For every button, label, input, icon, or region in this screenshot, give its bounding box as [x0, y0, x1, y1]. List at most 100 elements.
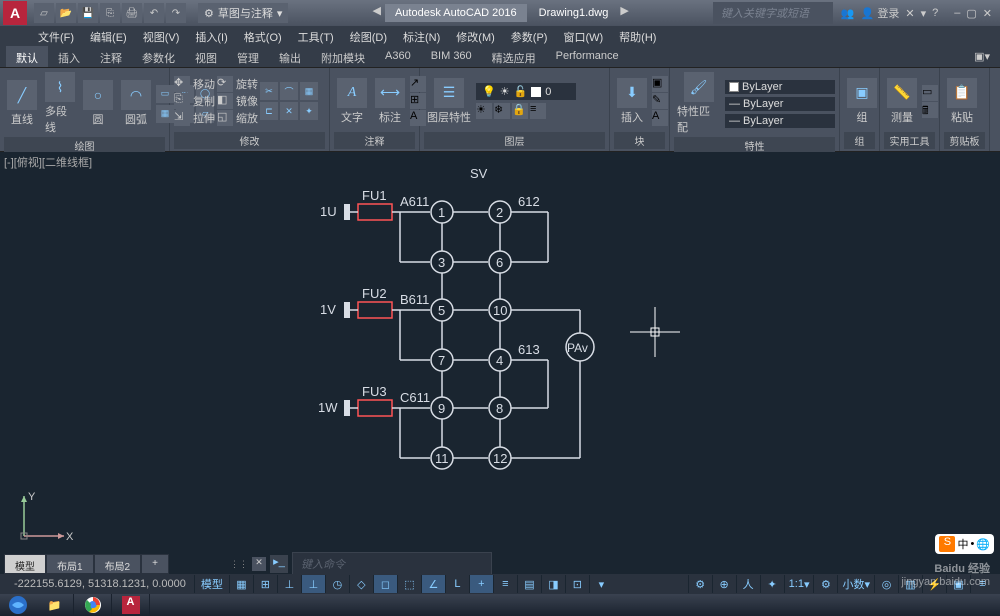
scale-button[interactable]: 1:1▾ — [784, 575, 814, 593]
trim-icon[interactable]: ✂ — [260, 82, 278, 100]
tab-default[interactable]: 默认 — [6, 46, 48, 67]
sc-icon[interactable]: ⊡ — [565, 575, 589, 593]
attr-icon[interactable]: A — [652, 110, 668, 126]
snap-icon[interactable]: ⊞ — [253, 575, 277, 593]
help-icon[interactable]: ? — [932, 7, 938, 19]
cmd-grip-icon[interactable]: ⋮⋮ — [230, 559, 248, 570]
tab-insert[interactable]: 插入 — [48, 46, 90, 67]
model-button[interactable]: 模型 — [194, 575, 229, 593]
paste-button[interactable]: 📋粘贴 — [944, 76, 980, 127]
menu-help[interactable]: 帮助(H) — [611, 26, 664, 46]
dim-button[interactable]: ⟷标注 — [372, 76, 408, 127]
maximize-icon[interactable]: ▢ — [966, 7, 976, 20]
tab-bim360[interactable]: BIM 360 — [421, 46, 482, 67]
coordinates[interactable]: -222155.6129, 51318.1231, 0.0000 — [6, 578, 194, 590]
ducs-icon[interactable]: L — [445, 575, 469, 593]
menu-view[interactable]: 视图(V) — [135, 26, 188, 46]
create-block-icon[interactable]: ▣ — [652, 76, 668, 92]
layer-freeze-icon[interactable]: ❄ — [494, 103, 510, 119]
tab-parametric[interactable]: 参数化 — [132, 46, 185, 67]
menu-draw[interactable]: 绘图(D) — [342, 26, 395, 46]
select-icon[interactable]: ▭ — [922, 85, 938, 101]
tab-addins[interactable]: 附加模块 — [311, 46, 375, 67]
scale-button[interactable]: ◱缩放 — [217, 110, 258, 126]
infer-icon[interactable]: ⊥ — [277, 575, 301, 593]
plot-icon[interactable]: 🖨 — [122, 3, 142, 23]
dyn-icon[interactable]: + — [469, 575, 493, 593]
workspace-selector[interactable]: ⚙ 草图与注释 ▾ — [198, 3, 288, 23]
move-button[interactable]: ✥移动 — [174, 76, 215, 92]
close-icon[interactable]: ✕ — [983, 7, 992, 20]
ws-switch-icon[interactable]: ⚙ — [813, 575, 837, 593]
calc-icon[interactable]: 🖩 — [922, 102, 938, 118]
drawing-area[interactable]: [-][俯视][二维线框] SV 1U FU1 A611 1 2 612 3 6 — [0, 152, 1000, 576]
cv-icon[interactable]: ◎ — [874, 575, 898, 593]
tab-layout2[interactable]: 布局2 — [94, 554, 142, 574]
ann-vis-icon[interactable]: ✦ — [760, 575, 784, 593]
menu-insert[interactable]: 插入(I) — [187, 26, 235, 46]
menu-window[interactable]: 窗口(W) — [555, 26, 611, 46]
otrack-icon[interactable]: ∠ — [421, 575, 445, 593]
ime-indicator[interactable]: S 中 • 🌐 — [935, 534, 994, 554]
group-button[interactable]: ▣组 — [844, 76, 880, 127]
menu-modify[interactable]: 修改(M) — [448, 26, 503, 46]
array-icon[interactable]: ▦ — [300, 82, 318, 100]
3dosnap-icon[interactable]: ⬚ — [397, 575, 421, 593]
explorer-task-icon[interactable]: 📁 — [36, 594, 74, 616]
menu-param[interactable]: 参数(P) — [503, 26, 556, 46]
autocad-task-icon[interactable]: A — [112, 594, 150, 616]
match-props-button[interactable]: 🖌特性匹配 — [674, 70, 723, 137]
tab-performance[interactable]: Performance — [546, 46, 629, 67]
offset-icon[interactable]: ⊏ — [260, 102, 278, 120]
saveas-icon[interactable]: ⎘ — [100, 3, 120, 23]
ribbon-collapse-icon[interactable]: ▣▾ — [964, 46, 1000, 67]
signin-button[interactable]: 👤 登录 — [861, 5, 900, 21]
workspace-icon[interactable]: ⚙ — [688, 575, 712, 593]
chevron-down-icon[interactable]: ▾ — [921, 7, 927, 20]
cmd-prompt-icon[interactable]: ▸_ — [270, 555, 288, 573]
panel-util-title[interactable]: 实用工具 — [884, 132, 935, 149]
lwt-icon[interactable]: ≡ — [493, 575, 517, 593]
save-icon[interactable]: 💾 — [78, 3, 98, 23]
menu-tools[interactable]: 工具(T) — [290, 26, 342, 46]
menu-format[interactable]: 格式(O) — [236, 26, 290, 46]
osnap-icon[interactable]: ◻ — [373, 575, 397, 593]
mirror-button[interactable]: ◧镜像 — [217, 93, 258, 109]
search-box[interactable]: 键入关键字或短语 — [713, 2, 833, 24]
arc-button[interactable]: ◠圆弧 — [118, 78, 154, 129]
minimize-icon[interactable]: – — [954, 7, 960, 19]
layer-match-icon[interactable]: ≡ — [530, 103, 546, 119]
units-button[interactable]: 小数▾ — [837, 575, 874, 593]
tab-featured[interactable]: 精选应用 — [482, 46, 546, 67]
panel-annot-title[interactable]: 注释 — [334, 132, 415, 149]
tab-add[interactable]: + — [141, 554, 169, 574]
tab-model[interactable]: 模型 — [4, 554, 46, 574]
insert-block-button[interactable]: ⬇插入 — [614, 76, 650, 127]
tab-annotate[interactable]: 注释 — [90, 46, 132, 67]
infocenter-icon[interactable]: 👥 — [841, 7, 855, 20]
tpy-icon[interactable]: ▤ — [517, 575, 541, 593]
chrome-task-icon[interactable] — [74, 594, 112, 616]
tab-output[interactable]: 输出 — [269, 46, 311, 67]
text-button[interactable]: A文字 — [334, 76, 370, 127]
circle-button[interactable]: ○圆 — [80, 78, 116, 129]
redo-icon[interactable]: ↷ — [166, 3, 186, 23]
copy-button[interactable]: ⎘复制 — [174, 93, 215, 109]
cmd-close-icon[interactable]: ✕ — [252, 557, 266, 571]
menu-file[interactable]: 文件(F) — [30, 26, 82, 46]
erase-icon[interactable]: ✕ — [280, 102, 298, 120]
qp-icon[interactable]: ◨ — [541, 575, 565, 593]
rotate-button[interactable]: ⟳旋转 — [217, 76, 258, 92]
exchange-icon[interactable]: ✕ — [905, 7, 914, 20]
edit-block-icon[interactable]: ✎ — [652, 93, 668, 109]
line-button[interactable]: ╱直线 — [4, 78, 40, 129]
ann-mon-icon[interactable]: ⊕ — [712, 575, 736, 593]
panel-clip-title[interactable]: 剪贴板 — [944, 132, 985, 149]
tab-a360[interactable]: A360 — [375, 46, 421, 67]
measure-button[interactable]: 📏测量 — [884, 76, 920, 127]
undo-icon[interactable]: ↶ — [144, 3, 164, 23]
open-icon[interactable]: 📂 — [56, 3, 76, 23]
layer-selector[interactable]: 💡 ☀ 🔓 0 — [476, 83, 576, 100]
layer-iso-icon[interactable]: ☀ — [476, 103, 492, 119]
ann-scale-icon[interactable]: 人 — [736, 575, 760, 593]
